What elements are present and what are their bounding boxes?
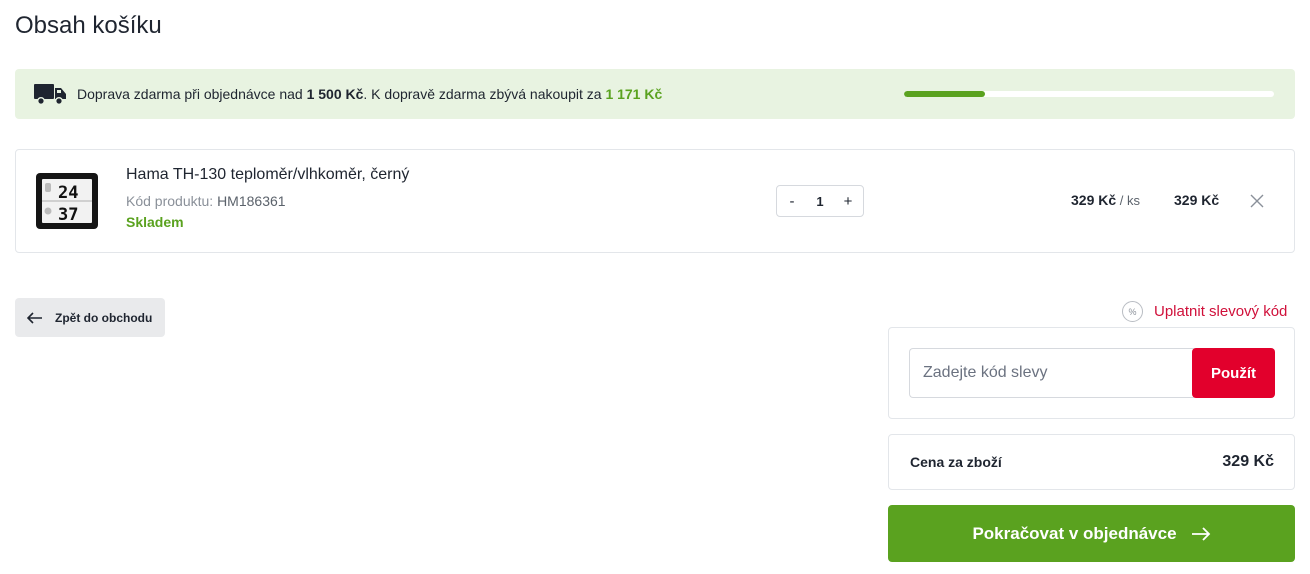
free-shipping-banner: Doprava zdarma při objednávce nad 1 500 … — [15, 69, 1295, 119]
quantity-decrease-button[interactable]: - — [785, 193, 799, 210]
arrow-left-icon — [27, 311, 42, 324]
free-shipping-text: Doprava zdarma při objednávce nad 1 500 … — [77, 86, 662, 102]
cart-item: 24 37 Hama TH-130 teploměr/vlhkoměr, čer… — [15, 149, 1295, 253]
quantity-stepper: - 1 + — [776, 185, 864, 217]
product-code-value: HM186361 — [217, 193, 286, 209]
arrow-right-icon — [1191, 526, 1210, 541]
product-code: Kód produktu: HM186361 — [126, 193, 286, 209]
shipping-threshold: 1 500 Kč — [306, 86, 364, 102]
summary-value: 329 Kč — [1222, 453, 1274, 470]
price-summary: Cena za zboží 329 Kč — [888, 434, 1295, 490]
thumb-humidity-reading: 37 — [58, 205, 78, 225]
unit-price-value: 329 Kč — [1071, 192, 1117, 208]
summary-label: Cena za zboží — [910, 454, 1002, 470]
unit-price: 329 Kč / ks — [1071, 192, 1140, 208]
item-total-price: 329 Kč — [1174, 192, 1220, 208]
back-to-shop-button[interactable]: Zpět do obchodu — [15, 298, 165, 337]
shipping-text-prefix: Doprava zdarma při objednávce nad — [77, 86, 307, 102]
quantity-value[interactable]: 1 — [816, 194, 823, 209]
product-code-label: Kód produktu: — [126, 193, 218, 209]
close-icon[interactable] — [1249, 193, 1265, 209]
thumb-temp-reading: 24 — [58, 183, 78, 203]
continue-order-button[interactable]: Pokračovat v objednávce — [888, 505, 1295, 562]
shipping-progress-fill — [904, 91, 986, 97]
unit-price-suffix: / ks — [1116, 193, 1140, 208]
apply-discount-link[interactable]: % Uplatnit slevový kód — [1122, 301, 1287, 322]
shipping-text-middle: . K dopravě zdarma zbývá nakoupit za — [363, 86, 606, 102]
coupon-panel: Použít — [888, 327, 1295, 419]
shipping-progress-bar — [904, 91, 1274, 97]
product-thumbnail[interactable]: 24 37 — [35, 171, 99, 231]
percent-icon: % — [1122, 301, 1143, 322]
page-title: Obsah košíku — [15, 12, 162, 39]
quantity-increase-button[interactable]: + — [841, 193, 855, 210]
product-name[interactable]: Hama TH-130 teploměr/vlhkoměr, černý — [126, 166, 409, 184]
stock-status: Skladem — [126, 214, 184, 230]
truck-icon — [34, 84, 66, 105]
apply-discount-label: Uplatnit slevový kód — [1154, 303, 1288, 320]
shipping-remaining: 1 171 Kč — [605, 86, 663, 102]
back-button-label: Zpět do obchodu — [55, 310, 153, 325]
apply-coupon-button[interactable]: Použít — [1192, 348, 1275, 398]
coupon-code-input[interactable] — [909, 348, 1194, 398]
continue-button-label: Pokračovat v objednávce — [972, 523, 1177, 543]
